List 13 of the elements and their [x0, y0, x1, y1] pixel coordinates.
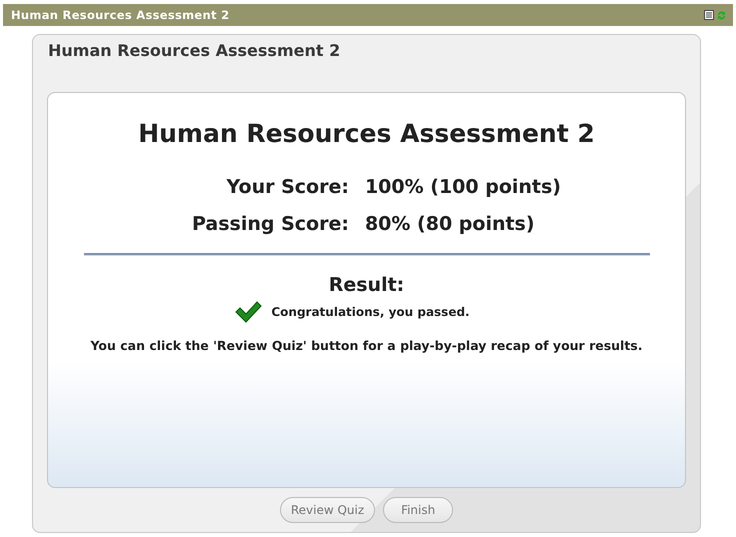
- result-message: Congratulations, you passed.: [271, 305, 470, 319]
- score-label: Your Score:: [226, 176, 349, 198]
- review-button[interactable]: Review Quiz: [280, 497, 376, 523]
- score-value: 100% (100 points): [364, 176, 561, 198]
- finish-button[interactable]: Finish: [383, 497, 454, 523]
- score-value: 80% (80 points): [364, 213, 536, 235]
- score-label: Passing Score:: [192, 213, 349, 235]
- hint-text: You can click the 'Review Quiz' button for a play-by-play recap of your results.: [90, 338, 642, 353]
- panel-title: Human Resources Assessment 2: [48, 41, 340, 60]
- result-label: Result:: [328, 274, 404, 296]
- document-icon[interactable]: [704, 10, 714, 20]
- window-title: Human Resources Assessment 2: [11, 8, 230, 22]
- quiz-title: Human Resources Assessment 2: [138, 119, 595, 148]
